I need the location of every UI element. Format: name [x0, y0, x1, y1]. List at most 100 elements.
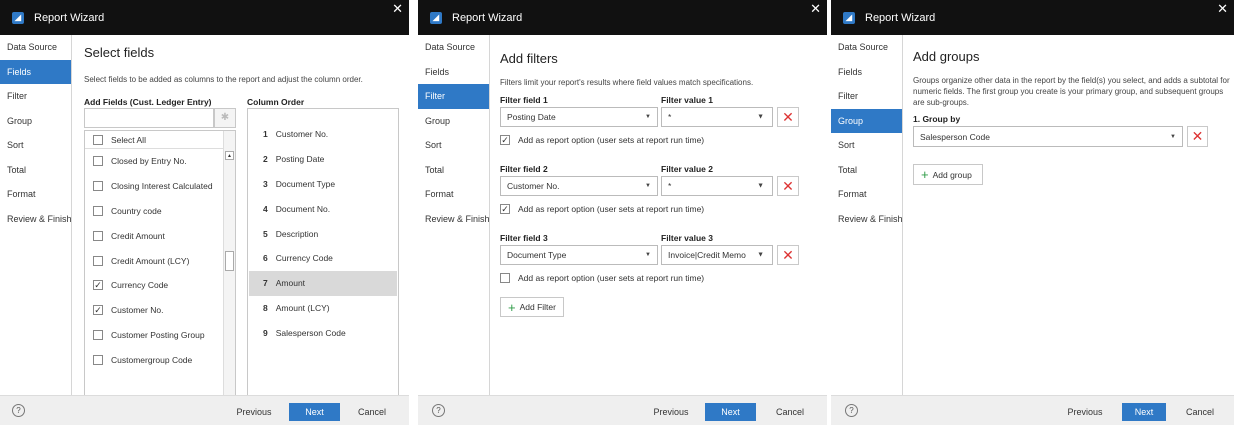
field-list-item[interactable]: ✓ Currency Code: [85, 273, 223, 298]
scroll-thumb[interactable]: [225, 251, 234, 271]
cancel-button[interactable]: Cancel: [1180, 403, 1220, 421]
report-option-checkbox-checked[interactable]: ✓: [500, 135, 510, 145]
cancel-button[interactable]: Cancel: [770, 403, 810, 421]
select-all-checkbox-row[interactable]: Select All: [85, 131, 223, 149]
nav-item[interactable]: Group: [831, 108, 902, 133]
next-button[interactable]: Next: [705, 403, 756, 421]
checkbox[interactable]: [93, 156, 103, 167]
column-order-item[interactable]: 5 Description: [249, 221, 397, 246]
nav-item[interactable]: Filter: [831, 84, 902, 109]
field-list-item[interactable]: Credit Amount: [85, 223, 223, 248]
field-search-button[interactable]: ✱: [214, 108, 236, 128]
scroll-up-icon[interactable]: ▲: [225, 151, 234, 160]
nav-item[interactable]: Format: [0, 182, 71, 207]
remove-filter-button[interactable]: ✕: [777, 107, 799, 127]
wizard-nav: Data Source Fields Filter Group Sort Total For…: [418, 35, 490, 395]
filter-value-input[interactable]: * ▼: [661, 107, 773, 127]
filter-field-label: Filter field 3: [500, 233, 548, 243]
field-list-item[interactable]: Country code: [85, 199, 223, 224]
nav-item[interactable]: Group: [0, 109, 71, 134]
next-button[interactable]: Next: [289, 403, 340, 421]
field-list-item[interactable]: Closing Interest Calculated: [85, 174, 223, 199]
field-label: Credit Amount: [111, 230, 165, 241]
help-icon[interactable]: ?: [12, 404, 25, 417]
nav-item[interactable]: Review & Finish: [831, 207, 903, 232]
filter-value-input[interactable]: * ▼: [661, 176, 773, 196]
filter-field-select[interactable]: Customer No. ▼: [500, 176, 658, 196]
checkbox-checked[interactable]: ✓: [93, 280, 103, 291]
nav-item[interactable]: Sort: [418, 133, 489, 158]
field-list-item[interactable]: Credit Amount (LCY): [85, 248, 223, 273]
checkbox[interactable]: [93, 329, 103, 340]
filter-field-select[interactable]: Posting Date ▼: [500, 107, 658, 127]
add-filter-button[interactable]: + Add Filter: [500, 297, 564, 317]
column-order-item[interactable]: 2 Posting Date: [249, 147, 397, 172]
previous-button[interactable]: Previous: [1063, 403, 1107, 421]
checkbox[interactable]: [93, 354, 103, 365]
remove-group-button[interactable]: ✕: [1187, 126, 1208, 147]
nav-item[interactable]: Data Source: [0, 35, 71, 60]
column-order-item[interactable]: 3 Document Type: [249, 172, 397, 197]
filter-icon[interactable]: ▼: [757, 183, 764, 190]
filter-icon[interactable]: ▼: [757, 114, 764, 121]
field-search-input[interactable]: [84, 108, 214, 128]
report-option-checkbox[interactable]: [500, 273, 510, 283]
column-order-item[interactable]: 9 Salesperson Code: [249, 320, 397, 345]
field-list-item[interactable]: Customer Posting Group: [85, 323, 223, 348]
add-group-button[interactable]: + Add group: [913, 164, 983, 185]
column-order-item[interactable]: 8 Amount (LCY): [249, 296, 397, 321]
group-by-select[interactable]: Salesperson Code ▼: [913, 126, 1183, 147]
field-list-item[interactable]: Closed by Entry No.: [85, 149, 223, 174]
close-icon[interactable]: ✕: [810, 1, 821, 17]
nav-item[interactable]: Filter: [418, 84, 489, 109]
page-description: Select fields to be added as columns to …: [84, 75, 363, 84]
plus-icon: +: [508, 299, 516, 315]
column-order-label: Posting Date: [275, 154, 325, 165]
nav-item[interactable]: Review & Finish: [0, 207, 72, 232]
checkbox-checked[interactable]: ✓: [93, 305, 103, 316]
checkbox[interactable]: [93, 134, 103, 145]
column-order-item[interactable]: 7 Amount: [249, 270, 397, 296]
field-list-item[interactable]: ✓ Customer No.: [85, 298, 223, 323]
help-icon[interactable]: ?: [845, 404, 858, 417]
previous-button[interactable]: Previous: [232, 403, 276, 421]
nav-item[interactable]: Sort: [831, 133, 902, 158]
nav-item[interactable]: Format: [418, 182, 489, 207]
nav-item[interactable]: Format: [831, 182, 902, 207]
checkbox[interactable]: [93, 181, 103, 192]
remove-filter-button[interactable]: ✕: [777, 176, 799, 196]
filter-value-input[interactable]: Invoice|Credit Memo ▼: [661, 245, 773, 265]
cancel-button[interactable]: Cancel: [352, 403, 392, 421]
column-order-item[interactable]: 4 Document No.: [249, 196, 397, 221]
nav-item[interactable]: Data Source: [418, 35, 489, 60]
remove-filter-button[interactable]: ✕: [777, 245, 799, 265]
nav-item[interactable]: Filter: [0, 84, 71, 109]
filter-field-select[interactable]: Document Type ▼: [500, 245, 658, 265]
previous-button[interactable]: Previous: [649, 403, 693, 421]
checkbox[interactable]: [93, 255, 103, 266]
checkbox[interactable]: [93, 230, 103, 241]
nav-item[interactable]: Total: [0, 158, 71, 183]
nav-item[interactable]: Data Source: [831, 35, 902, 60]
column-order-item[interactable]: 6 Currency Code: [249, 246, 397, 271]
next-button[interactable]: Next: [1122, 403, 1166, 421]
nav-item[interactable]: Review & Finish: [418, 207, 490, 232]
help-icon[interactable]: ?: [432, 404, 445, 417]
column-order-item[interactable]: 1 Customer No.: [249, 122, 397, 147]
nav-item[interactable]: Fields: [418, 60, 489, 85]
checkbox[interactable]: [93, 205, 103, 216]
close-icon[interactable]: ✕: [392, 1, 403, 17]
nav-item[interactable]: Sort: [0, 133, 71, 158]
nav-item[interactable]: Fields: [831, 60, 902, 85]
field-list-item[interactable]: Customergroup Code: [85, 347, 223, 372]
column-order-label: Document Type: [275, 178, 336, 189]
close-icon[interactable]: ✕: [1217, 1, 1228, 17]
filter-icon[interactable]: ▼: [757, 252, 764, 259]
report-option-checkbox-checked[interactable]: ✓: [500, 204, 510, 214]
nav-item[interactable]: Total: [831, 158, 902, 183]
nav-item[interactable]: Group: [418, 109, 489, 134]
nav-item[interactable]: Total: [418, 158, 489, 183]
window-title: Report Wizard: [452, 11, 523, 24]
field-list-scrollbar[interactable]: ▲ ▼: [223, 131, 235, 414]
nav-item[interactable]: Fields: [0, 59, 71, 84]
